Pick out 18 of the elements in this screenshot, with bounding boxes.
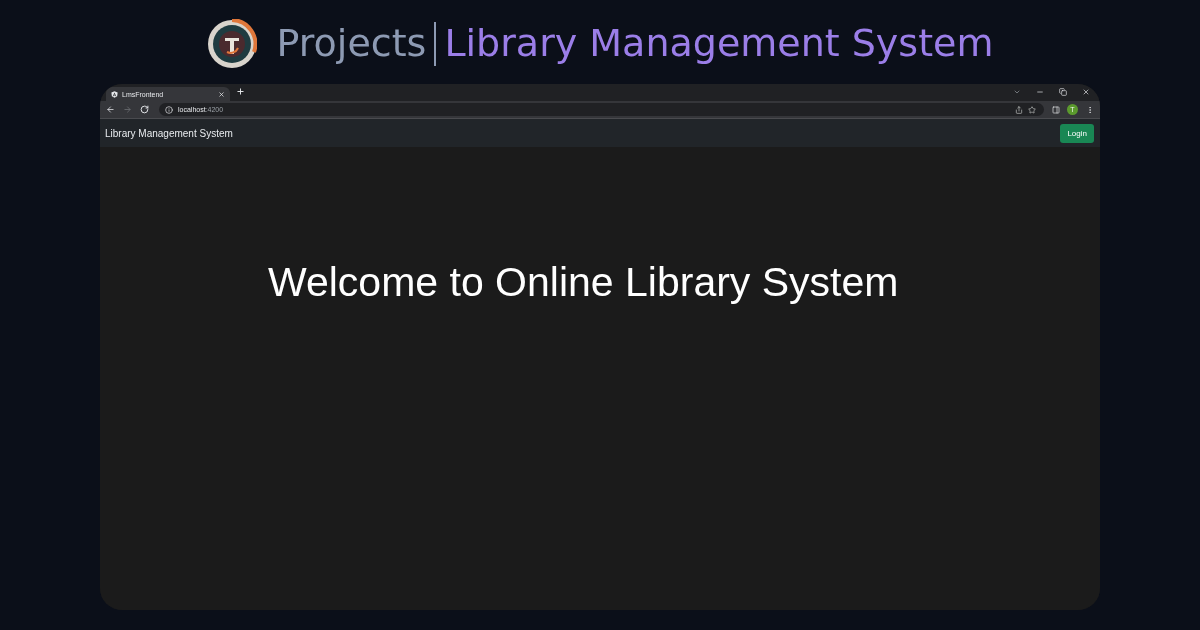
side-panel-icon[interactable] <box>1052 105 1060 114</box>
reload-icon[interactable] <box>140 105 149 114</box>
back-arrow-icon[interactable] <box>106 105 115 114</box>
login-button[interactable]: Login <box>1060 123 1094 143</box>
kebab-menu-icon[interactable] <box>1086 105 1094 114</box>
header-section-title: Projects <box>276 21 427 67</box>
navbar-brand[interactable]: Library Management System <box>105 127 233 139</box>
info-icon <box>165 105 173 114</box>
share-icon[interactable] <box>1015 105 1023 114</box>
logo-icon <box>206 19 257 69</box>
close-icon[interactable] <box>218 90 225 98</box>
star-icon[interactable] <box>1028 105 1036 114</box>
restore-icon[interactable] <box>1059 87 1067 96</box>
welcome-heading: Welcome to Online Library System <box>268 259 899 307</box>
shield-logo-icon <box>111 90 118 98</box>
plus-icon[interactable] <box>236 87 245 96</box>
close-icon[interactable] <box>1082 87 1090 96</box>
header-project-title: Library Management System <box>444 21 994 67</box>
